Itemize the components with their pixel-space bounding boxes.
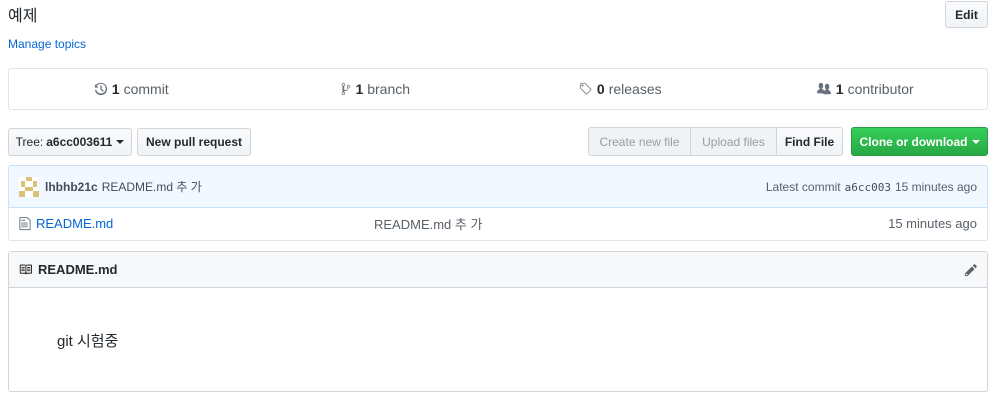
- commit-message[interactable]: README.md 추 가: [102, 178, 202, 195]
- commit-author[interactable]: lhbhb21c: [45, 180, 98, 194]
- file-row: README.md README.md 추 가 15 minutes ago: [8, 207, 988, 241]
- branches-count: 1: [355, 81, 364, 97]
- branch-icon: [342, 82, 351, 96]
- contributors-stat[interactable]: 1 contributor: [743, 81, 988, 97]
- commits-stat[interactable]: 1 commit: [9, 81, 254, 97]
- commit-tease: lhbhb21c README.md 추 가 Latest commit a6cc…: [8, 165, 988, 208]
- file-age: 15 minutes ago: [888, 216, 977, 231]
- tree-label: Tree:: [15, 135, 44, 149]
- upload-files-button[interactable]: Upload files: [691, 127, 777, 156]
- readme-title: README.md: [38, 262, 118, 277]
- tree-value: a6cc003611: [46, 135, 113, 149]
- new-pull-request-button[interactable]: New pull request: [137, 128, 251, 156]
- file-commit-message[interactable]: README.md 추 가: [374, 214, 482, 233]
- file-icon: [19, 216, 31, 231]
- branch-select-button[interactable]: Tree: a6cc003611: [8, 128, 132, 156]
- tag-icon: [579, 82, 592, 95]
- latest-commit-label: Latest commit: [765, 179, 841, 194]
- releases-stat[interactable]: 0 releases: [498, 81, 743, 97]
- file-name-link[interactable]: README.md: [36, 216, 113, 231]
- readme-panel: README.md git 시험중: [8, 251, 988, 392]
- contributors-count: 1: [835, 81, 844, 97]
- contributors-label: contributor: [847, 81, 914, 97]
- chevron-down-icon: [971, 139, 980, 144]
- edit-button[interactable]: Edit: [945, 1, 988, 28]
- create-new-file-button[interactable]: Create new file: [588, 127, 691, 156]
- commit-age: 15 minutes ago: [894, 179, 977, 194]
- branches-stat[interactable]: 1 branch: [254, 81, 499, 97]
- readme-body: git 시험중: [57, 333, 119, 350]
- branches-label: branch: [367, 81, 411, 97]
- history-icon: [94, 82, 107, 96]
- numbers-summary: 1 commit 1 branch 0 releases 1 contribut…: [8, 68, 988, 110]
- readme-header: README.md: [9, 252, 987, 288]
- releases-label: releases: [608, 81, 662, 97]
- find-file-button[interactable]: Find File: [777, 127, 843, 156]
- pencil-icon[interactable]: [964, 263, 978, 277]
- chevron-down-icon: [116, 140, 125, 144]
- book-icon: [19, 264, 32, 275]
- commit-sha[interactable]: a6cc003: [845, 181, 891, 194]
- latest-commit-info: Latest commit a6cc003 15 minutes ago: [766, 180, 977, 194]
- avatar[interactable]: [19, 176, 39, 197]
- commits-count: 1: [111, 81, 120, 97]
- file-actions-group: Create new file Upload files Find File: [588, 127, 843, 156]
- commits-label: commit: [123, 81, 169, 97]
- repo-description: 예제: [8, 8, 38, 25]
- manage-topics-link[interactable]: Manage topics: [8, 37, 86, 51]
- releases-count: 0: [596, 81, 605, 97]
- clone-or-download-button[interactable]: Clone or download: [851, 127, 988, 156]
- clone-label: Clone or download: [859, 134, 968, 149]
- people-icon: [816, 82, 831, 95]
